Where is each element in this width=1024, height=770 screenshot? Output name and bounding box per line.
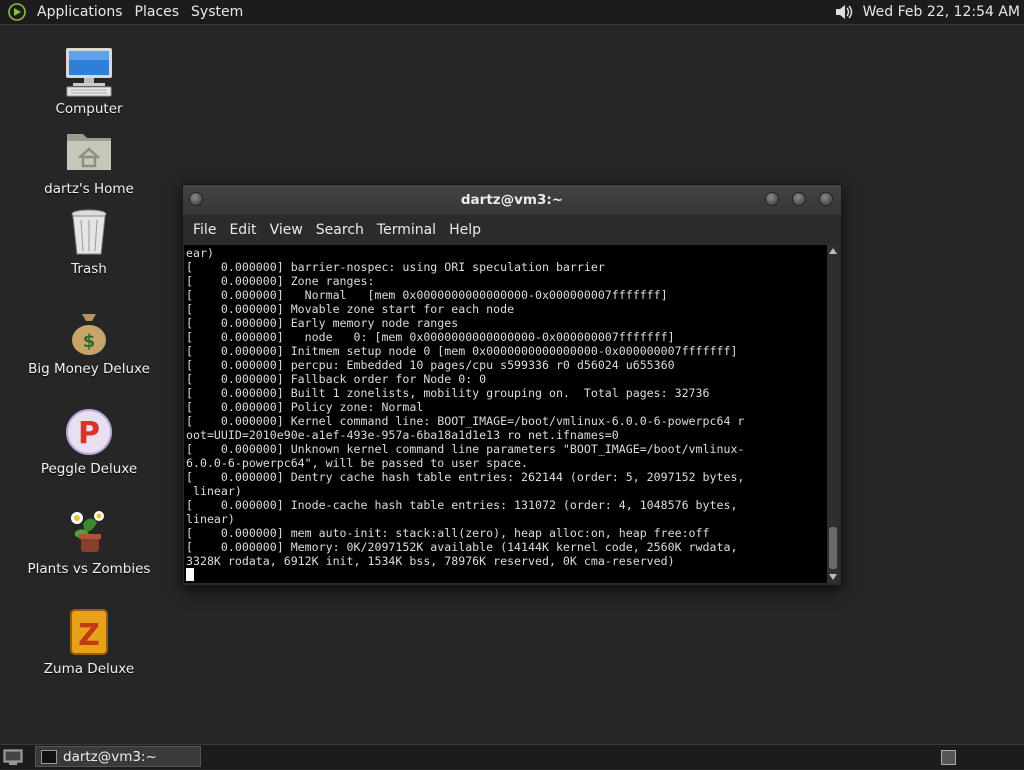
desktop-icon-plants-vs-zombies[interactable]: Plants vs Zombies (24, 506, 154, 577)
workspace-switcher-icon[interactable] (941, 750, 956, 765)
show-desktop-icon[interactable] (3, 748, 23, 766)
terminal-line: [ 0.000000] percpu: Embedded 10 pages/cp… (186, 358, 675, 372)
desktop-icon-home[interactable]: dartz's Home (24, 126, 154, 197)
maximize-button[interactable] (792, 192, 806, 206)
terminal-line: [ 0.000000] mem auto-init: stack:all(zer… (186, 526, 710, 540)
terminal-line: [ 0.000000] Memory: 0K/2097152K availabl… (186, 540, 738, 554)
terminal-line: linear) (192, 484, 242, 498)
system-menu[interactable]: System (185, 0, 249, 24)
desktop-icon-label: Zuma Deluxe (43, 661, 135, 677)
close-button[interactable] (819, 192, 833, 206)
taskbar-button-label: dartz@vm3:~ (63, 748, 157, 765)
terminal-line: [ 0.000000] Unknown kernel command line … (186, 442, 745, 456)
gnome-foot-icon[interactable] (7, 2, 27, 22)
desktop-icon-big-money[interactable]: $ Big Money Deluxe (24, 306, 154, 377)
terminal-line: [ 0.000000] Policy zone: Normal (186, 400, 424, 414)
terminal-line: linear) (186, 512, 235, 526)
computer-icon (63, 46, 115, 98)
terminal-line: oot=UUID=2010e90e-a1ef-493e-957a-6ba18a1… (186, 428, 619, 442)
desktop-icon-label: dartz's Home (44, 181, 134, 197)
terminal-line: [ 0.000000] node 0: [mem 0x0000000000000… (186, 330, 675, 344)
terminal-line: [ 0.000000] Inode-cache hash table entri… (186, 498, 738, 512)
terminal-menubar: File Edit View Search Terminal Help (183, 215, 841, 245)
terminal-line: [ 0.000000] Normal [mem 0x00000000000000… (186, 288, 668, 302)
menu-help[interactable]: Help (449, 222, 481, 238)
window-title: dartz@vm3:~ (460, 192, 564, 208)
terminal-icon (41, 749, 57, 764)
terminal-line: [ 0.000000] Initmem setup node 0 [mem 0x… (186, 344, 738, 358)
top-panel: Applications Places System Wed Feb 22, 1… (0, 0, 1024, 25)
terminal-console[interactable]: ear) [ 0.000000] barrier-nospec: using O… (184, 245, 827, 583)
terminal-line: [ 0.000000] Zone ranges: (186, 274, 375, 288)
svg-text:Z: Z (78, 618, 100, 653)
desktop-icon-computer[interactable]: Computer (24, 46, 154, 117)
desktop-icon-label: Plants vs Zombies (27, 561, 151, 577)
plants-vs-zombies-icon (63, 506, 115, 558)
menu-file[interactable]: File (193, 222, 216, 238)
scroll-thumb[interactable] (829, 527, 837, 569)
terminal-scrollbar[interactable] (827, 245, 839, 583)
applications-menu[interactable]: Applications (31, 0, 129, 24)
terminal-line: [ 0.000000] barrier-nospec: using ORI sp… (186, 260, 605, 274)
peggle-icon: P (63, 406, 115, 458)
desktop-icon-label: Trash (71, 261, 107, 277)
terminal-line: ear) (186, 246, 214, 260)
terminal-line: [ 0.000000] Movable zone start for each … (186, 302, 515, 316)
svg-text:$: $ (83, 331, 96, 352)
desktop-icon-label: Peggle Deluxe (40, 461, 138, 477)
zuma-icon: Z (63, 606, 115, 658)
desktop-icon-zuma[interactable]: Z Zuma Deluxe (24, 606, 154, 677)
speaker-icon[interactable] (833, 2, 857, 22)
menu-terminal[interactable]: Terminal (377, 222, 436, 238)
menu-view[interactable]: View (270, 222, 303, 238)
svg-text:P: P (78, 416, 100, 451)
taskbar-button-terminal[interactable]: dartz@vm3:~ (35, 746, 201, 767)
terminal-line: [ 0.000000] Fallback order for Node 0: 0 (186, 372, 487, 386)
money-bag-icon: $ (63, 306, 115, 358)
terminal-line: [ 0.000000] Kernel command line: BOOT_IM… (186, 414, 745, 428)
places-menu[interactable]: Places (129, 0, 186, 24)
panel-tray: Wed Feb 22, 12:54 AM (833, 0, 1020, 24)
trash-icon (63, 206, 115, 258)
desktop-icon-label: Big Money Deluxe (28, 361, 150, 377)
minimize-button[interactable] (765, 192, 779, 206)
desktop-icon-peggle[interactable]: P Peggle Deluxe (24, 406, 154, 477)
window-titlebar[interactable]: dartz@vm3:~ (183, 185, 841, 215)
scroll-down-icon[interactable] (829, 574, 837, 580)
bottom-panel: dartz@vm3:~ (0, 744, 1024, 769)
menu-search[interactable]: Search (316, 222, 364, 238)
home-folder-icon (63, 126, 115, 178)
clock[interactable]: Wed Feb 22, 12:54 AM (857, 4, 1020, 20)
terminal-output: ear) [ 0.000000] barrier-nospec: using O… (184, 245, 827, 582)
scroll-up-icon[interactable] (829, 248, 837, 254)
terminal-line: 6.0.0-6-powerpc64", will be passed to us… (186, 456, 529, 470)
terminal-line: [ 0.000000] Dentry cache hash table entr… (186, 470, 745, 484)
menu-edit[interactable]: Edit (229, 222, 256, 238)
terminal-line: [ 0.000000] Early memory node ranges (186, 316, 459, 330)
desktop-icon-trash[interactable]: Trash (24, 206, 154, 277)
terminal-line: 3328K rodata, 6912K init, 1534K bss, 789… (186, 554, 675, 568)
desktop-icon-label: Computer (55, 101, 123, 117)
terminal-line: [ 0.000000] Built 1 zonelists, mobility … (186, 386, 710, 400)
terminal-window[interactable]: dartz@vm3:~ File Edit View Search Termin… (182, 184, 842, 586)
text-cursor (186, 568, 194, 581)
